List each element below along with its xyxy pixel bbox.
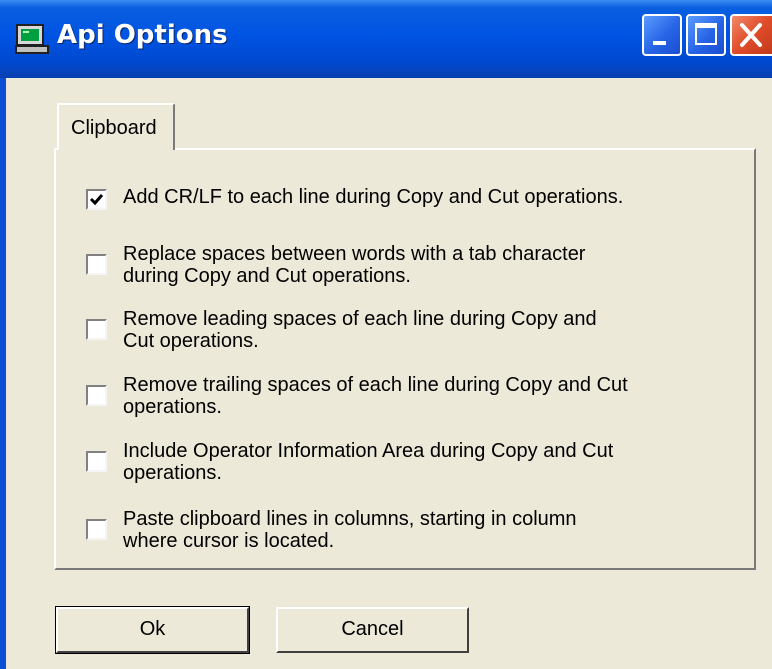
title-bar[interactable]: Api Options [0,0,772,78]
checkmark-icon [89,194,104,206]
option-label: Replace spaces between words with a tab … [123,243,586,287]
close-icon [740,23,762,47]
checkbox-remove-leading[interactable] [86,319,107,340]
cancel-button[interactable]: Cancel [276,607,469,653]
option-label: Remove trailing spaces of each line duri… [123,374,628,418]
checkbox-paste-columns[interactable] [86,519,107,540]
window-frame-left [0,78,6,669]
checkbox-include-oia[interactable] [86,451,107,472]
maximize-icon [695,23,717,45]
ok-button[interactable]: Ok [55,606,250,654]
option-label: Paste clipboard lines in columns, starti… [123,508,577,552]
tab-clipboard[interactable]: Clipboard [57,103,175,150]
checkbox-replace-spaces[interactable] [86,254,107,275]
minimize-button[interactable] [642,14,682,56]
api-options-dialog: Api Options Clipboard Add CR/LF to each … [0,0,772,669]
option-label: Add CR/LF to each line during Copy and C… [123,186,624,208]
window-title: Api Options [57,20,228,50]
option-label: Include Operator Information Area during… [123,440,614,484]
checkbox-remove-trailing[interactable] [86,385,107,406]
option-label: Remove leading spaces of each line durin… [123,308,597,352]
ok-button-label: Ok [139,618,166,640]
minimize-icon [653,41,666,45]
clipboard-options-panel [54,148,756,570]
terminal-icon[interactable] [15,24,49,54]
maximize-button[interactable] [686,14,726,56]
tab-clipboard-label: Clipboard [71,117,157,139]
checkbox-add-crlf[interactable] [86,189,107,210]
cancel-button-label: Cancel [341,618,404,640]
close-button[interactable] [730,14,772,56]
